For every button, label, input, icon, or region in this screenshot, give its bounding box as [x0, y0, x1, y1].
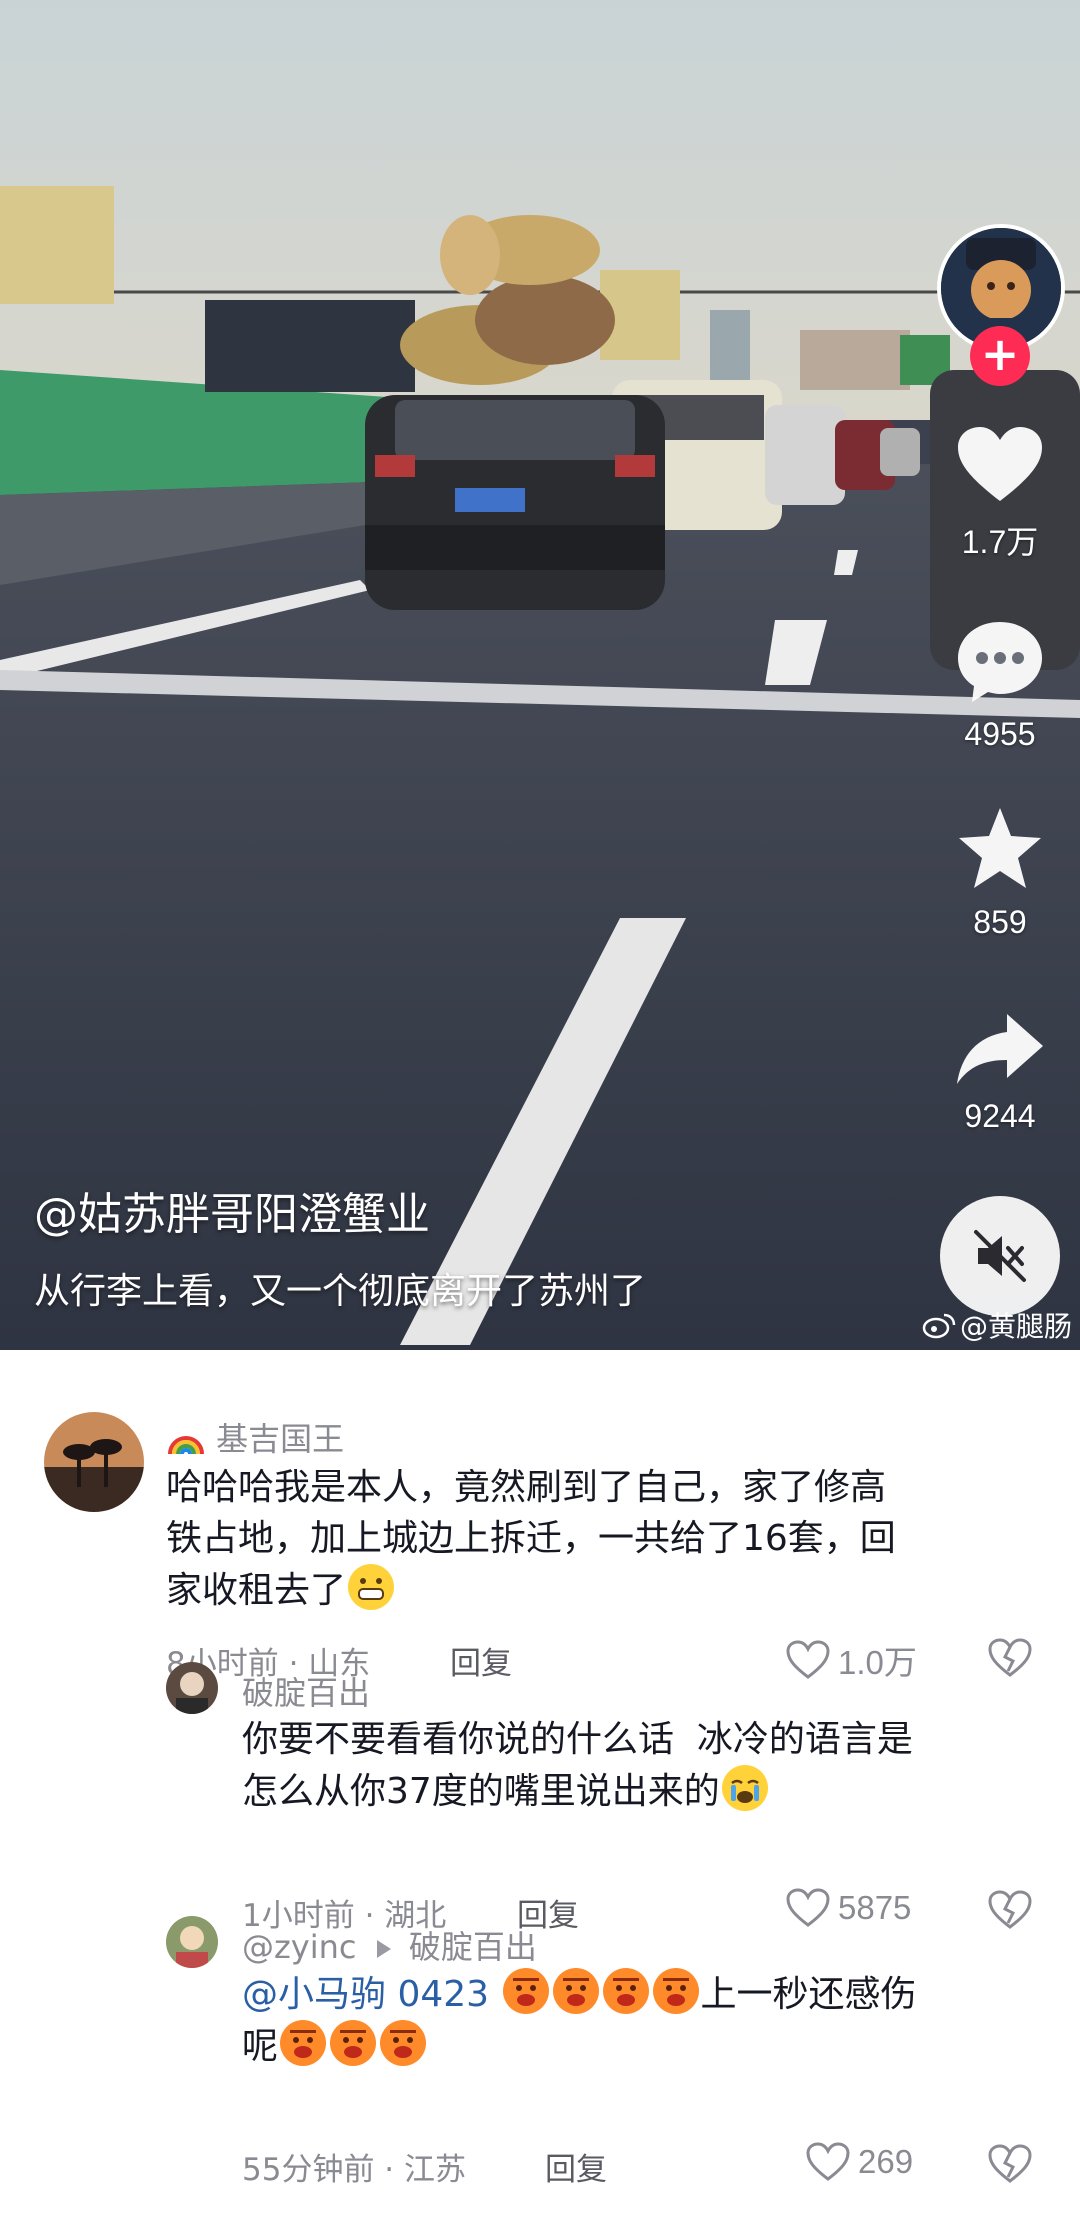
reply-arrow-icon: [376, 1940, 391, 1958]
weibo-watermark: @黄腿肠: [922, 1305, 1072, 1345]
commenter-name-text: 基吉国王: [216, 1420, 345, 1458]
rainbow-icon: [168, 1436, 204, 1455]
heart-outline-icon: [786, 1888, 830, 1927]
commenter-name[interactable]: 基吉国王: [166, 1414, 344, 1460]
comment-line: 你要不要看看你说的什么话 冰冷的语言是: [242, 1719, 913, 1760]
comment-line-last: 家收租去了: [166, 1564, 1026, 1616]
commenter-avatar[interactable]: [166, 1662, 218, 1714]
video-author-handle[interactable]: @姑苏胖哥阳澄蟹业: [34, 1178, 430, 1242]
pouting-emoji-icon: [552, 1968, 599, 2014]
reply-comment-item: 破腚百出 你要不要看看你说的什么话 冰冷的语言是 怎么从你37度的嘴里说出来的 …: [0, 1662, 1080, 1934]
video-caption: 从行李上看，又一个彻底离开了苏州了: [34, 1271, 647, 1312]
comment-line-last: 怎么从你37度的嘴里说出来的: [242, 1765, 1042, 1817]
share-icon: [957, 1014, 1043, 1084]
comment-text: 哈哈哈我是本人，竟然刷到了自己，家了修高 铁占地，加上城边上拆迁，一共给了16套…: [166, 1462, 1026, 1616]
comment-icon: [958, 622, 1042, 702]
heart-outline-icon: [806, 2142, 850, 2181]
pouting-emoji-icon: [280, 2020, 327, 2067]
pouting-emoji-icon: [330, 2020, 377, 2067]
comment-text: @小马驹 0423 上一秒还感伤 呢: [242, 1968, 1042, 2072]
favorite-count: 859: [973, 904, 1027, 940]
follow-button[interactable]: +: [970, 326, 1030, 386]
comment-like-count: 269: [858, 2143, 914, 2180]
commenter-avatar[interactable]: [44, 1412, 144, 1512]
broken-heart-icon: [988, 1638, 1032, 1677]
speaker-muted-icon: [974, 1230, 1026, 1282]
like-count: 1.7万: [961, 524, 1039, 560]
like-action[interactable]: 1.7万: [940, 425, 1060, 563]
dislike-button[interactable]: [988, 1890, 1032, 1934]
grinning-emoji-icon: [348, 1564, 395, 1611]
commenter-name[interactable]: @zyinc: [242, 1928, 357, 1966]
comment-line-last: 呢: [242, 2020, 1042, 2072]
broken-heart-icon: [988, 2144, 1032, 2183]
comment-line: 铁占地，加上城边上拆迁，一共给了16套，回: [166, 1518, 896, 1560]
comments-section: 基吉国王 哈哈哈我是本人，竟然刷到了自己，家了修高 铁占地，加上城边上拆迁，一共…: [0, 1350, 1080, 2217]
video-frame: [0, 0, 1080, 1350]
comment-time-location: 55分钟前 · 江苏: [242, 2152, 467, 2188]
watermark-text: @黄腿肠: [959, 1310, 1072, 1343]
comment-count: 4955: [964, 716, 1036, 752]
favorite-action[interactable]: 859: [940, 806, 1060, 941]
heart-outline-icon: [786, 1640, 830, 1679]
comment-like-count: 1.0万: [838, 1644, 917, 1681]
star-icon: [959, 808, 1041, 888]
crying-emoji-icon: [721, 1765, 768, 1812]
pouting-emoji-icon: [602, 1968, 649, 2014]
reply-button[interactable]: 回复: [545, 2144, 607, 2189]
mention-link[interactable]: @小马驹 0423: [242, 1974, 489, 2015]
comment-like-button[interactable]: 5875: [786, 1888, 911, 1928]
comment-line: 哈哈哈我是本人，竟然刷到了自己，家了修高: [166, 1467, 887, 1508]
heart-icon: [958, 427, 1042, 501]
video-player[interactable]: + 1.7万 4955 859 9244 @姑苏胖哥阳澄蟹业 从行李上看，又一个…: [0, 0, 1080, 1350]
comment-line-text: 呢: [242, 2026, 279, 2068]
comment-line-text: 家收租去了: [166, 1570, 347, 1612]
comment-line-text: 上一秒还感伤: [700, 1974, 917, 2015]
broken-heart-icon: [988, 1890, 1032, 1929]
dislike-button[interactable]: [988, 2144, 1032, 2188]
commenter-name[interactable]: 破腚百出: [242, 1668, 370, 1714]
commenter-name-line: @zyinc 破腚百出: [242, 1922, 537, 1968]
comment-like-count: 5875: [838, 1889, 912, 1926]
comment-like-button[interactable]: 1.0万: [786, 1636, 917, 1684]
pouting-emoji-icon: [380, 2020, 427, 2067]
comment-action[interactable]: 4955: [940, 618, 1060, 753]
commenter-avatar[interactable]: [166, 1916, 218, 1968]
reply-button[interactable]: 回复: [450, 1638, 512, 1683]
comment-item: 基吉国王 哈哈哈我是本人，竟然刷到了自己，家了修高 铁占地，加上城边上拆迁，一共…: [0, 1350, 1080, 1682]
reply-comment-item: @zyinc 破腚百出 @小马驹 0423 上一秒还感伤 呢 55分钟前 · 江…: [0, 1916, 1080, 2217]
pouting-emoji-icon: [652, 1968, 699, 2014]
mute-button[interactable]: [940, 1196, 1060, 1316]
pouting-emoji-icon: [502, 1968, 549, 2014]
reply-to-name[interactable]: 破腚百出: [409, 1928, 537, 1966]
dislike-button[interactable]: [988, 1638, 1032, 1682]
comment-like-button[interactable]: 269: [806, 2142, 913, 2182]
user-avatar-image: [166, 1662, 218, 1714]
weibo-icon: [922, 1313, 956, 1339]
user-avatar-image: [166, 1916, 218, 1968]
comment-text: 你要不要看看你说的什么话 冰冷的语言是 怎么从你37度的嘴里说出来的: [242, 1714, 1042, 1817]
palm-tree-avatar-image: [44, 1412, 144, 1512]
share-count: 9244: [964, 1098, 1036, 1134]
share-action[interactable]: 9244: [940, 1012, 1060, 1135]
comment-line: @小马驹 0423 上一秒还感伤: [242, 1968, 1042, 2020]
comment-line-text: 怎么从你37度的嘴里说出来的: [242, 1771, 720, 1813]
